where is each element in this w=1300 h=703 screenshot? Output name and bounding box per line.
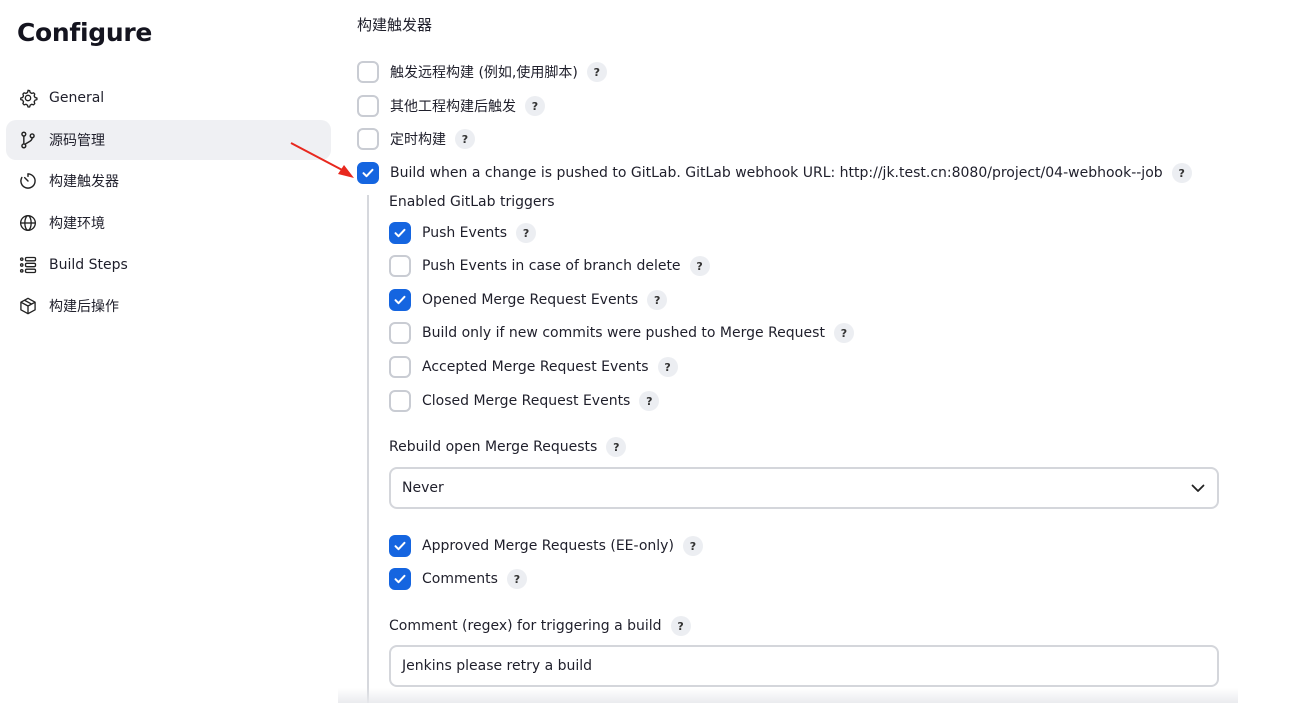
checkbox[interactable] xyxy=(389,322,411,344)
trigger-build-periodically[interactable]: 定时构建 ? xyxy=(357,128,475,150)
rebuild-label-row: Rebuild open Merge Requests ? xyxy=(389,437,627,457)
checkbox[interactable] xyxy=(357,162,379,184)
branch-icon xyxy=(18,130,38,150)
checkbox[interactable] xyxy=(389,535,411,557)
globe-icon xyxy=(18,213,38,233)
checkbox[interactable] xyxy=(357,128,379,150)
checkbox-label[interactable]: Build only if new commits were pushed to… xyxy=(422,325,825,341)
sidebar-item-post-build[interactable]: 构建后操作 xyxy=(6,286,331,326)
help-icon[interactable]: ? xyxy=(833,323,854,343)
help-icon[interactable]: ? xyxy=(689,256,710,276)
event-push-branch-delete[interactable]: Push Events in case of branch delete ? xyxy=(389,255,710,277)
section-title: 构建触发器 xyxy=(357,16,433,34)
event-new-commits-merge-request[interactable]: Build only if new commits were pushed to… xyxy=(389,322,854,344)
checkbox-label[interactable]: Push Events xyxy=(422,225,507,241)
checkbox[interactable] xyxy=(357,95,379,117)
annotation-arrow-icon xyxy=(290,142,354,178)
sidebar-item-label: 构建环境 xyxy=(49,216,105,233)
sidebar-item-label: 构建后操作 xyxy=(49,299,119,316)
help-icon[interactable]: ? xyxy=(525,96,545,116)
sidebar-item-source-code[interactable]: 源码管理 xyxy=(6,119,331,160)
help-icon[interactable]: ? xyxy=(682,536,703,556)
comment-regex-label-row: Comment (regex) for triggering a build ? xyxy=(389,616,691,636)
sidebar-item-general[interactable]: General xyxy=(6,78,331,118)
checkbox-label[interactable]: Closed Merge Request Events xyxy=(422,393,630,409)
trigger-remote-build[interactable]: 触发远程构建 (例如,使用脚本) ? xyxy=(357,61,607,83)
checkbox[interactable] xyxy=(389,289,411,311)
sidebar-item-build-triggers[interactable]: 构建触发器 xyxy=(6,161,331,201)
rebuild-select-value: Never xyxy=(402,480,444,496)
gear-icon xyxy=(18,88,38,108)
checkbox[interactable] xyxy=(389,390,411,412)
checkbox-label[interactable]: Comments xyxy=(422,571,498,587)
help-icon[interactable]: ? xyxy=(1171,163,1192,183)
list-icon xyxy=(18,255,38,275)
sidebar-item-build-steps[interactable]: Build Steps xyxy=(6,245,331,285)
help-icon[interactable]: ? xyxy=(657,357,678,377)
help-icon[interactable]: ? xyxy=(670,616,691,636)
help-icon[interactable]: ? xyxy=(639,391,660,411)
checkbox[interactable] xyxy=(389,356,411,378)
bottom-bar-shadow xyxy=(338,688,1238,703)
checkbox-label[interactable]: 触发远程构建 (例如,使用脚本) xyxy=(390,62,578,82)
sidebar-item-label: Build Steps xyxy=(49,256,128,273)
enabled-triggers-label: Enabled GitLab triggers xyxy=(389,194,555,210)
event-accepted-merge-request[interactable]: Accepted Merge Request Events ? xyxy=(389,356,678,378)
help-icon[interactable]: ? xyxy=(647,290,668,310)
comment-regex-value[interactable]: Jenkins please retry a build xyxy=(402,658,592,674)
timer-icon xyxy=(18,171,38,191)
help-icon[interactable]: ? xyxy=(455,129,475,149)
checkbox[interactable] xyxy=(357,61,379,83)
checkbox-label[interactable]: Opened Merge Request Events xyxy=(422,292,638,308)
checkbox[interactable] xyxy=(389,222,411,244)
package-icon xyxy=(18,296,38,316)
checkbox[interactable] xyxy=(389,568,411,590)
checkbox-label[interactable]: 定时构建 xyxy=(390,129,446,149)
nested-section-divider xyxy=(367,195,369,703)
checkbox-label[interactable]: Build when a change is pushed to GitLab.… xyxy=(390,165,1163,181)
help-icon[interactable]: ? xyxy=(506,569,527,589)
help-icon[interactable]: ? xyxy=(516,223,537,243)
sidebar-item-build-environment[interactable]: 构建环境 xyxy=(6,203,331,243)
checkbox-label[interactable]: Approved Merge Requests (EE-only) xyxy=(422,538,674,554)
checkbox[interactable] xyxy=(389,255,411,277)
help-icon[interactable]: ? xyxy=(606,437,627,457)
sidebar-item-label: 构建触发器 xyxy=(49,174,119,191)
sidebar-nav: General 源码管理 构建触发器 构建环境 Build Steps 构建后操… xyxy=(6,78,331,328)
comments-trigger[interactable]: Comments ? xyxy=(389,568,527,590)
rebuild-select[interactable]: Never xyxy=(389,467,1219,509)
sidebar-item-label: General xyxy=(49,90,105,106)
comment-regex-label: Comment (regex) for triggering a build xyxy=(389,618,662,634)
checkbox-label[interactable]: 其他工程构建后触发 xyxy=(390,96,516,116)
help-icon[interactable]: ? xyxy=(586,62,607,82)
sidebar-item-label: 源码管理 xyxy=(49,132,105,149)
trigger-gitlab-push[interactable]: Build when a change is pushed to GitLab.… xyxy=(357,162,1192,184)
event-closed-merge-request[interactable]: Closed Merge Request Events ? xyxy=(389,390,660,412)
page-title: Configure xyxy=(17,18,153,47)
trigger-after-other-projects[interactable]: 其他工程构建后触发 ? xyxy=(357,95,545,117)
rebuild-label: Rebuild open Merge Requests xyxy=(389,439,598,455)
event-opened-merge-request[interactable]: Opened Merge Request Events ? xyxy=(389,289,668,311)
event-push[interactable]: Push Events ? xyxy=(389,222,537,244)
checkbox-label[interactable]: Accepted Merge Request Events xyxy=(422,359,649,375)
approved-merge-requests[interactable]: Approved Merge Requests (EE-only) ? xyxy=(389,535,703,557)
checkbox-label[interactable]: Push Events in case of branch delete xyxy=(422,258,681,274)
comment-regex-input[interactable]: Jenkins please retry a build xyxy=(389,645,1219,687)
chevron-down-icon xyxy=(1191,484,1205,492)
